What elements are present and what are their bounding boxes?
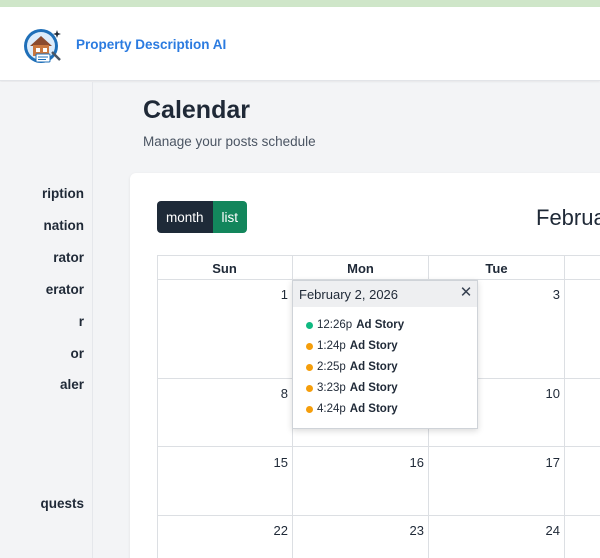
event-dot-icon [306,321,313,329]
sidebar-item-quests[interactable]: quests [40,496,84,511]
day-cell-number[interactable]: 8 [258,386,288,401]
event-dot-icon [306,363,313,371]
day-events-popover: February 2, 2026 ✕ 12:26p Ad Story 1:24p… [292,280,478,429]
weekday-header-tue: Tue [485,261,508,276]
popover-header: February 2, 2026 ✕ [293,281,477,307]
view-toggle: month list [157,201,248,233]
day-cell-number[interactable]: 16 [394,455,424,470]
event-time: 3:23p [317,382,346,394]
event-title: Ad Story [349,340,398,352]
sidebar-item-description[interactable]: ription [42,186,84,201]
weekday-header-mon: Mon [347,261,374,276]
day-cell-number[interactable]: 3 [530,287,560,302]
top-accent-strip [0,0,600,7]
month-view-button[interactable]: month [157,201,213,233]
popover-title: February 2, 2026 [299,287,399,302]
calendar-month-title: Februa [536,205,600,230]
sidebar-item-erator[interactable]: erator [46,282,84,297]
day-cell-number[interactable]: 1 [258,287,288,302]
house-logo-icon[interactable] [22,24,64,66]
event-dot-icon [306,405,313,413]
event-time: 4:24p [317,403,346,415]
grid-line [564,255,565,558]
event-time: 1:24p [317,340,346,352]
event-time: 12:26p [317,319,353,331]
event-title: Ad Story [356,319,405,331]
page-title: Calendar [143,96,250,124]
list-view-button[interactable]: list [212,201,248,233]
event-dot-icon [306,384,313,392]
brand-name[interactable]: Property Description AI [76,37,226,52]
day-cell-number[interactable]: 23 [394,523,424,538]
grid-line [157,255,158,558]
event-title: Ad Story [349,361,398,373]
event-item[interactable]: 12:26p Ad Story [306,319,404,331]
event-item[interactable]: 1:24p Ad Story [306,340,398,352]
event-time: 2:25p [317,361,346,373]
event-item[interactable]: 4:24p Ad Story [306,403,398,415]
event-title: Ad Story [349,403,398,415]
sidebar-item-nation[interactable]: nation [44,218,85,233]
day-cell-number[interactable]: 10 [530,386,560,401]
sidebar: ription nation rator erator r or aler qu… [0,82,93,558]
event-item[interactable]: 2:25p Ad Story [306,361,398,373]
sidebar-item-aler[interactable]: aler [60,377,84,392]
close-icon[interactable]: ✕ [457,284,475,302]
weekday-header-sun: Sun [212,261,237,276]
app-header: Property Description AI [0,7,600,81]
event-item[interactable]: 3:23p Ad Story [306,382,398,394]
event-dot-icon [306,342,313,350]
grid-line [157,255,600,256]
sidebar-item-rator[interactable]: rator [53,250,84,265]
day-cell-number[interactable]: 17 [530,455,560,470]
page-subtitle: Manage your posts schedule [143,134,316,149]
event-title: Ad Story [349,382,398,394]
day-cell-number[interactable]: 24 [530,523,560,538]
grid-line [157,515,600,516]
sidebar-item-r[interactable]: r [79,314,84,329]
grid-line [157,446,600,447]
day-cell-number[interactable]: 15 [258,455,288,470]
day-cell-number[interactable]: 22 [258,523,288,538]
sidebar-item-or[interactable]: or [71,346,85,361]
